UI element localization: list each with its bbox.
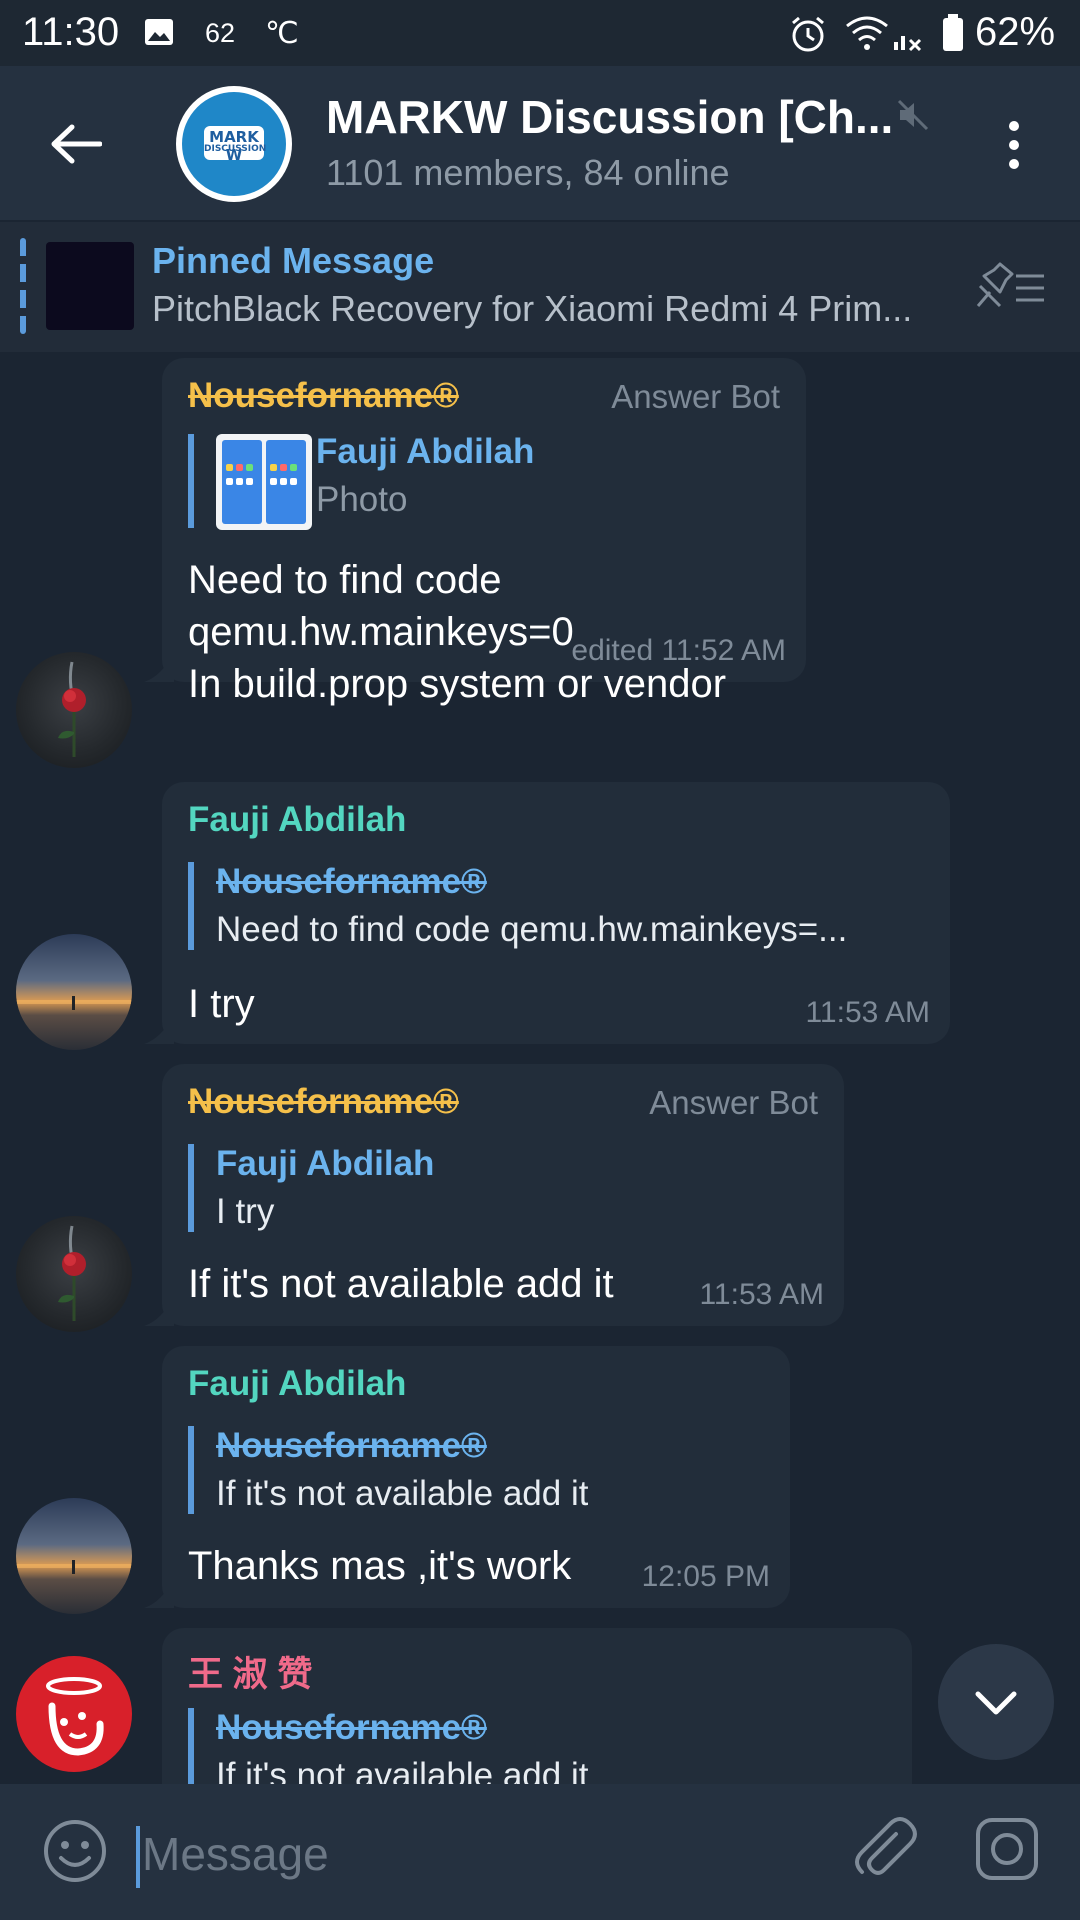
reply-quote[interactable]: Fauji Abdilah I try	[188, 1144, 434, 1232]
sunset-icon	[16, 996, 132, 1010]
reply-photo-thumbnail	[216, 434, 312, 530]
reply-text: If it's not available add it	[216, 1756, 589, 1784]
emoji-icon[interactable]	[42, 1818, 108, 1884]
reply-quote[interactable]: Nouseforname® If it's not available add …	[188, 1426, 588, 1514]
rose-icon	[58, 661, 86, 757]
message-sender[interactable]: Nouseforname®	[188, 1082, 459, 1122]
user-avatar-rose[interactable]	[16, 1216, 132, 1332]
status-bar: 11:30 62 ℃ 62%	[0, 0, 1080, 66]
reply-sender: Nouseforname®	[216, 1708, 487, 1747]
message-text: Need to find code qemu.hw.mainkeys=0 In …	[188, 558, 727, 706]
message-list[interactable]: Nouseforname® Answer Bot Fauji Abdilah P…	[0, 352, 1080, 1784]
reply-quote[interactable]: Nouseforname® If it's not available add …	[188, 1708, 588, 1784]
reply-sender: Nouseforname®	[216, 862, 487, 901]
pinned-indicator	[20, 238, 26, 334]
status-temperature: 62	[205, 18, 236, 48]
status-temp-unit: ℃	[265, 17, 299, 50]
bubble-tail	[144, 652, 174, 682]
signal-icon	[894, 36, 922, 52]
sender-tag: Answer Bot	[649, 1084, 818, 1121]
reply-text: Need to find code qemu.hw.mainkeys=...	[216, 910, 848, 949]
user-avatar-sunset[interactable]	[16, 1498, 132, 1614]
more-vertical-icon[interactable]	[996, 120, 1032, 170]
message-time: 11:53 AM	[699, 1278, 824, 1311]
pinned-message-bar[interactable]: Pinned Message PitchBlack Recovery for X…	[0, 222, 1080, 352]
reply-text: I try	[216, 1192, 275, 1231]
battery-percent: 62%	[975, 10, 1056, 54]
user-avatar-rose[interactable]	[16, 652, 132, 768]
status-time: 11:30	[22, 10, 120, 54]
muted-speaker-icon	[897, 99, 929, 131]
back-arrow-icon[interactable]	[50, 124, 102, 164]
reply-sender: Fauji Abdilah	[216, 1144, 435, 1183]
message-text: Thanks mas ,it's work	[188, 1544, 572, 1588]
reply-quote[interactable]: Nouseforname® Need to find code qemu.hw.…	[188, 862, 936, 950]
message-bubble[interactable]: Fauji Abdilah Nouseforname® If it's not …	[144, 1346, 790, 1608]
pinned-text: PitchBlack Recovery for Xiaomi Redmi 4 P…	[152, 288, 913, 329]
message-bubble[interactable]: Fauji Abdilah Nouseforname® Need to find…	[144, 782, 950, 1044]
bubble-tail	[144, 1014, 174, 1044]
paperclip-icon[interactable]	[850, 1814, 920, 1884]
message-input[interactable]	[140, 1820, 784, 1888]
message-bubble[interactable]: 王 淑 赞 Nouseforname® If it's not availabl…	[162, 1628, 912, 1784]
chat-title[interactable]: MARKW Discussion [Ch...	[326, 90, 896, 144]
gallery-icon	[145, 19, 173, 45]
pinned-thumbnail	[46, 242, 134, 330]
message-sender[interactable]: 王 淑 赞	[188, 1646, 312, 1697]
battery-icon	[943, 14, 963, 51]
rose-icon	[58, 1225, 86, 1321]
message-time: edited 11:52 AM	[571, 634, 786, 667]
message-sender[interactable]: Fauji Abdilah	[188, 800, 406, 840]
message-sender[interactable]: Nouseforname®	[188, 376, 459, 416]
chat-header: MARK W DISCUSSION MARKW Discussion [Ch..…	[0, 66, 1080, 220]
sender-tag: Answer Bot	[611, 378, 780, 415]
group-avatar[interactable]: MARK W DISCUSSION	[176, 86, 292, 202]
user-avatar-angel[interactable]	[16, 1656, 132, 1772]
member-count: 1101 members, 84 online	[326, 152, 730, 193]
message-bubble[interactable]: Nouseforname® Answer Bot Fauji Abdilah P…	[144, 358, 806, 706]
reply-sender: Nouseforname®	[216, 1426, 487, 1465]
bubble-tail	[144, 1578, 174, 1608]
message-sender[interactable]: Fauji Abdilah	[188, 1364, 406, 1404]
reply-quote[interactable]: Fauji Abdilah Photo	[188, 432, 534, 530]
bubble-tail	[144, 1296, 174, 1326]
reply-text: If it's not available add it	[216, 1474, 589, 1513]
message-time: 12:05 PM	[641, 1560, 770, 1593]
user-avatar-sunset[interactable]	[16, 934, 132, 1050]
message-bubble[interactable]: Nouseforname® Answer Bot Fauji Abdilah I…	[144, 1064, 844, 1326]
reply-text: Photo	[316, 480, 408, 519]
alarm-icon	[792, 16, 824, 52]
pinned-list-icon[interactable]	[970, 262, 1046, 312]
message-text: If it's not available add it	[188, 1262, 614, 1306]
scroll-down-button[interactable]	[938, 1644, 1054, 1760]
pinned-label: Pinned Message	[152, 240, 435, 281]
reply-sender: Fauji Abdilah	[316, 432, 535, 471]
sunset-icon	[16, 1560, 132, 1574]
wifi-icon	[846, 16, 888, 50]
message-composer	[0, 1784, 1080, 1920]
camera-icon[interactable]	[974, 1816, 1040, 1882]
message-text: I try	[188, 982, 255, 1026]
group-avatar-line2: DISCUSSION	[204, 144, 267, 154]
chevron-down-icon	[975, 1691, 1017, 1715]
angel-face-icon	[46, 1677, 104, 1756]
message-time: 11:53 AM	[805, 996, 930, 1029]
